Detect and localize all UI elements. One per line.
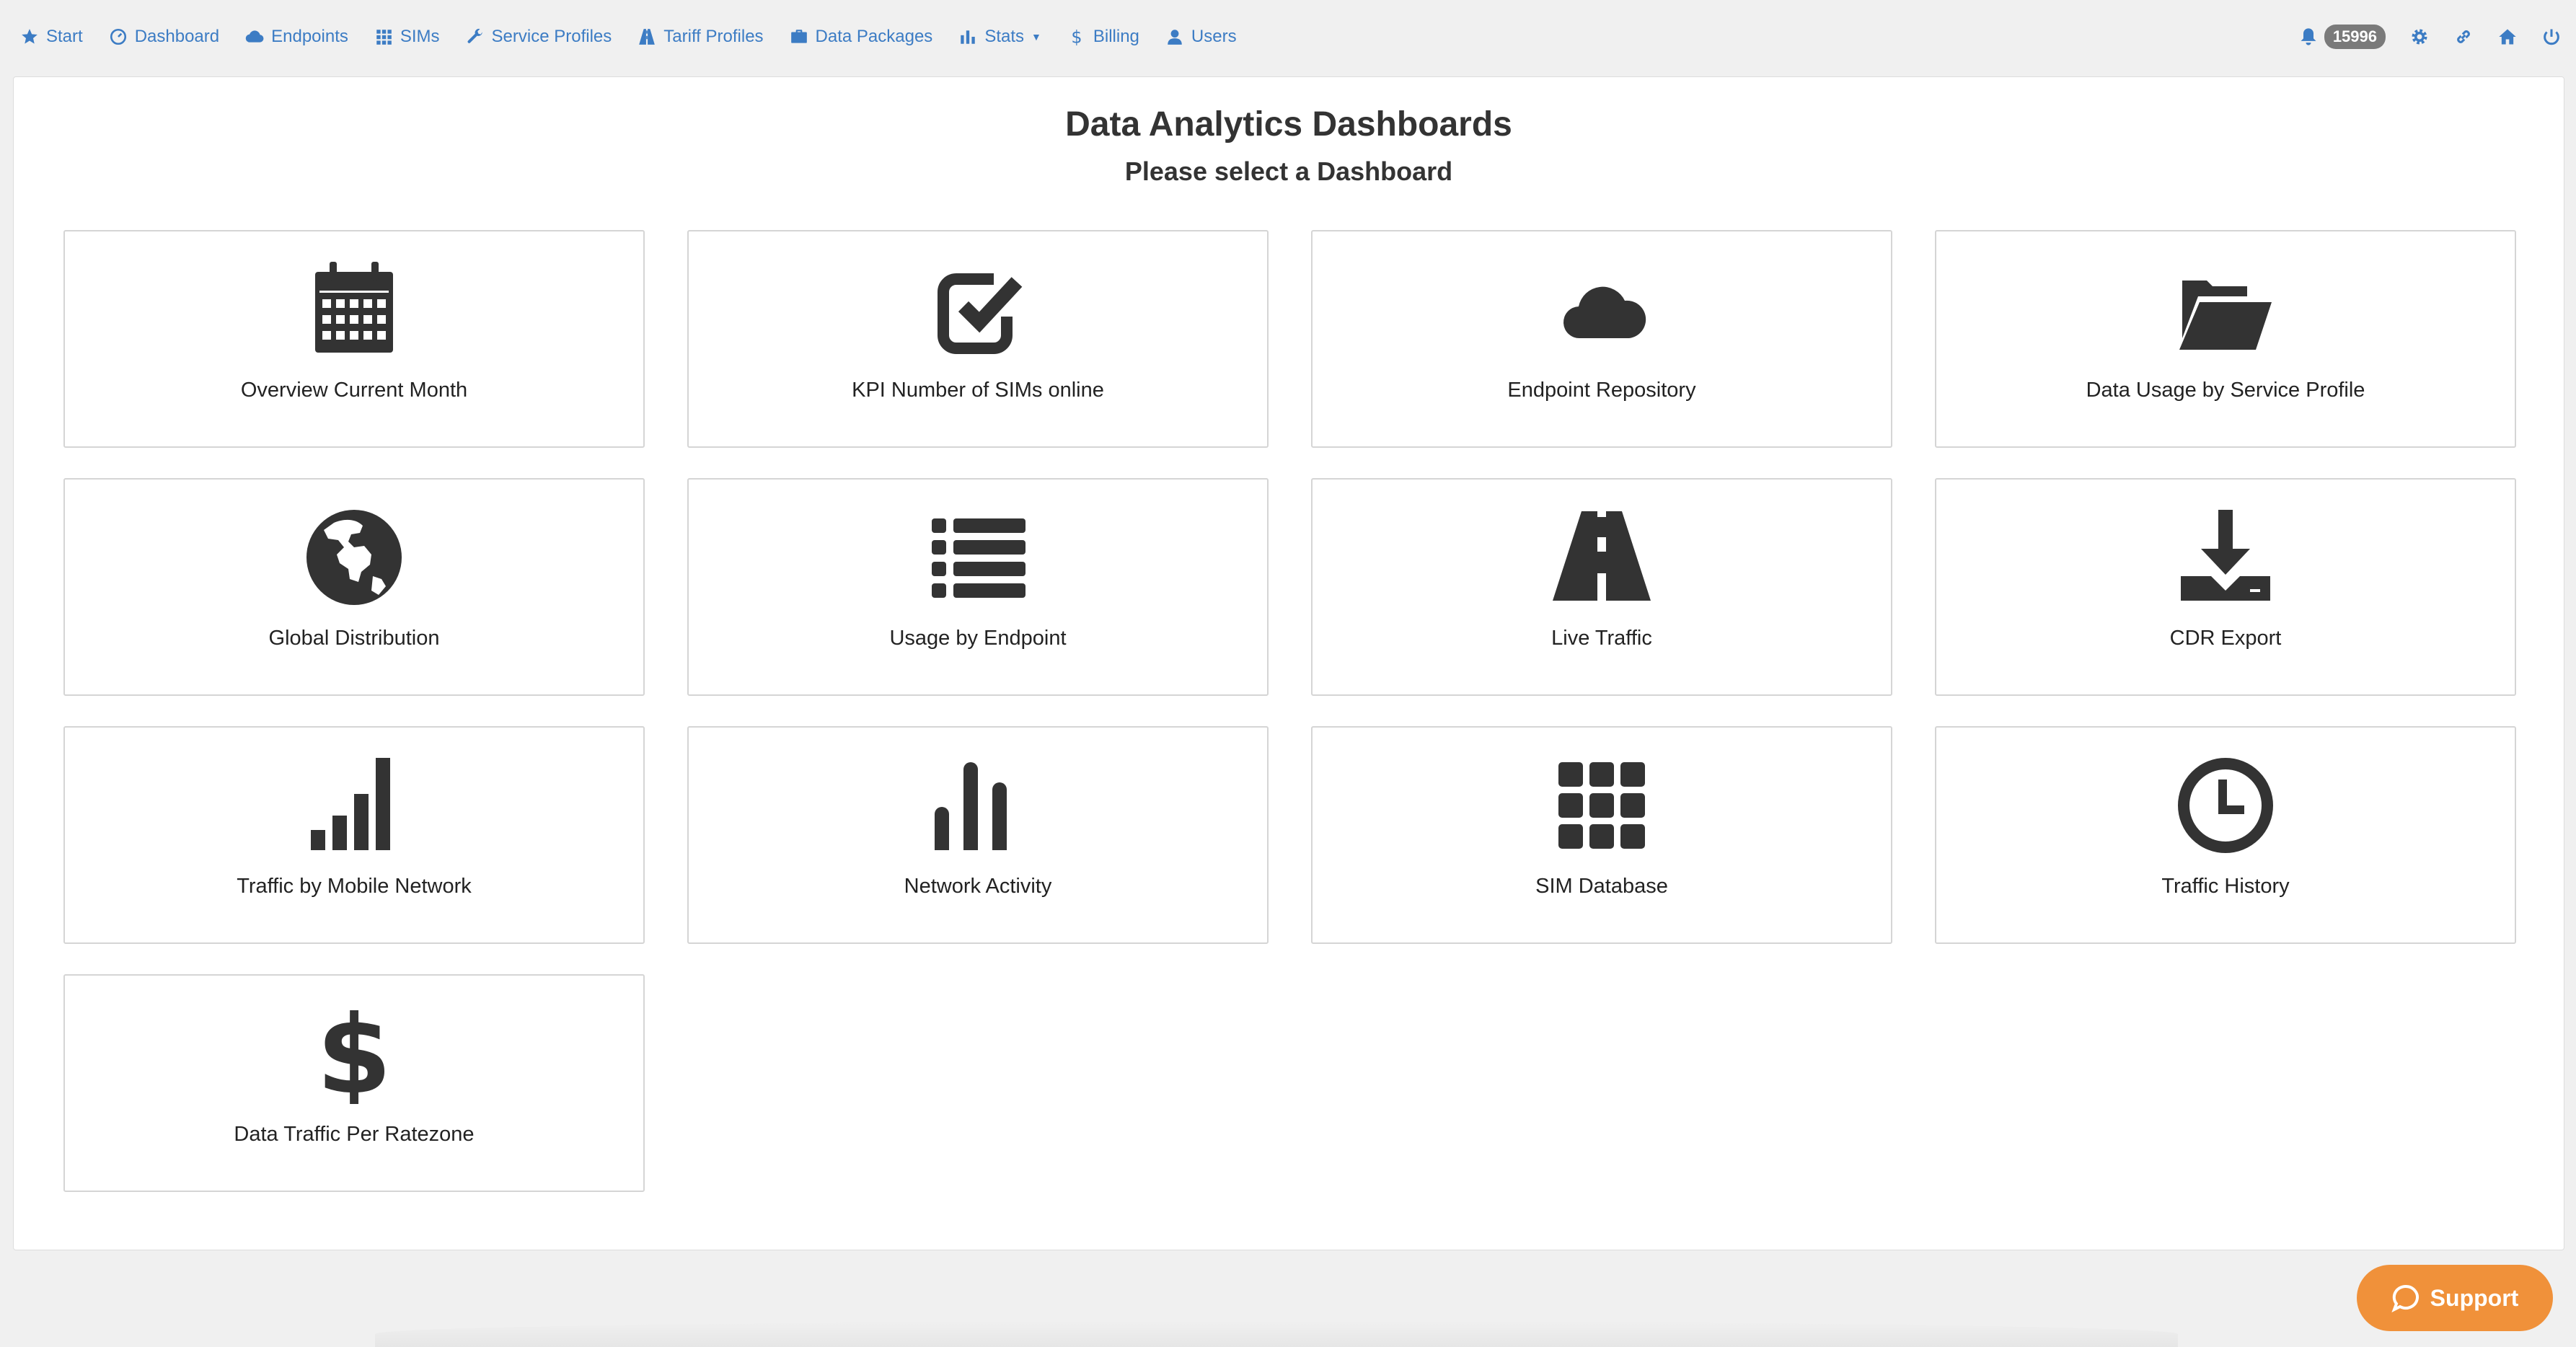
card-label: Network Activity bbox=[904, 875, 1052, 898]
nav-item-data-packages[interactable]: Data Packages bbox=[790, 27, 933, 47]
card-label: Endpoint Repository bbox=[1507, 379, 1696, 402]
dashboard-card-overview-current-month[interactable]: Overview Current Month bbox=[63, 230, 645, 448]
nav-item-label: Users bbox=[1191, 27, 1237, 46]
nav-item-stats[interactable]: Stats ▼ bbox=[958, 27, 1041, 47]
chevron-down-icon: ▼ bbox=[1031, 31, 1041, 43]
card-label: KPI Number of SIMs online bbox=[852, 379, 1104, 402]
nav-item-label: Stats bbox=[984, 27, 1025, 46]
user-icon bbox=[1165, 27, 1184, 46]
grid-icon bbox=[374, 27, 393, 46]
nav-item-sims[interactable]: SIMs bbox=[374, 27, 440, 47]
nav-item-label: Endpoints bbox=[271, 27, 348, 46]
dashboard-icon bbox=[109, 27, 128, 46]
card-label: Live Traffic bbox=[1551, 627, 1652, 650]
dashboard-grid: Overview Current Month KPI Number of SIM… bbox=[63, 230, 2516, 1192]
road-icon bbox=[638, 27, 656, 46]
gear-icon[interactable] bbox=[2409, 27, 2430, 47]
nav-item-start[interactable]: Start bbox=[20, 27, 83, 47]
dashboard-card-network-activity[interactable]: Network Activity bbox=[687, 726, 1269, 944]
bell-icon[interactable] bbox=[2298, 27, 2319, 47]
dashboard-card-sim-database[interactable]: SIM Database bbox=[1311, 726, 1892, 944]
chat-bubble-icon bbox=[2391, 1284, 2420, 1312]
dashboard-card-data-traffic-ratezone[interactable]: $ Data Traffic Per Ratezone bbox=[63, 974, 645, 1192]
dashboard-card-endpoint-repository[interactable]: Endpoint Repository bbox=[1311, 230, 1892, 448]
nav-item-billing[interactable]: $ Billing bbox=[1067, 27, 1139, 47]
nav-item-label: Service Profiles bbox=[491, 27, 612, 46]
nav-menu: Start Dashboard Endpoints SIMs Service P… bbox=[20, 27, 1263, 47]
nav-item-label: Billing bbox=[1093, 27, 1139, 46]
nav-item-label: Start bbox=[46, 27, 83, 46]
card-label: Traffic by Mobile Network bbox=[237, 875, 472, 898]
bar-chart-icon bbox=[927, 755, 1028, 856]
briefcase-icon bbox=[790, 27, 808, 46]
card-label: Usage by Endpoint bbox=[889, 627, 1067, 650]
dashboard-card-data-usage-service-profile[interactable]: Data Usage by Service Profile bbox=[1935, 230, 2516, 448]
home-icon[interactable] bbox=[2497, 27, 2518, 47]
card-label: Overview Current Month bbox=[240, 379, 468, 402]
page-subtitle: Please select a Dashboard bbox=[1124, 156, 1453, 186]
top-navbar: Start Dashboard Endpoints SIMs Service P… bbox=[0, 0, 2576, 74]
card-label: Data Traffic Per Ratezone bbox=[234, 1123, 475, 1146]
link-icon[interactable] bbox=[2453, 27, 2474, 47]
road-icon bbox=[1551, 507, 1652, 608]
dollar-icon: $ bbox=[1067, 27, 1086, 46]
nav-item-label: SIMs bbox=[400, 27, 440, 46]
dashboard-card-cdr-export[interactable]: CDR Export bbox=[1935, 478, 2516, 696]
support-label: Support bbox=[2430, 1284, 2519, 1311]
dashboard-card-traffic-mobile-network[interactable]: Traffic by Mobile Network bbox=[63, 726, 645, 944]
dashboard-panel: Data Analytics Dashboards Please select … bbox=[13, 76, 2564, 1250]
dashboard-card-traffic-history[interactable]: Traffic History bbox=[1935, 726, 2516, 944]
cloud-icon bbox=[245, 27, 264, 46]
dashboard-card-usage-by-endpoint[interactable]: Usage by Endpoint bbox=[687, 478, 1269, 696]
page-title: Data Analytics Dashboards bbox=[1065, 105, 1512, 143]
svg-text:$: $ bbox=[317, 1003, 392, 1104]
nav-item-endpoints[interactable]: Endpoints bbox=[245, 27, 348, 47]
folder-open-icon bbox=[2175, 259, 2276, 360]
clock-icon bbox=[2175, 755, 2276, 856]
nav-item-tariff-profiles[interactable]: Tariff Profiles bbox=[638, 27, 764, 47]
list-icon bbox=[927, 507, 1028, 608]
card-label: Global Distribution bbox=[268, 627, 440, 650]
svg-text:$: $ bbox=[1071, 27, 1082, 46]
notification-badge[interactable]: 15996 bbox=[2324, 25, 2386, 49]
check-square-icon bbox=[927, 259, 1028, 360]
nav-item-dashboard[interactable]: Dashboard bbox=[109, 27, 219, 47]
dashboard-card-kpi-sims-online[interactable]: KPI Number of SIMs online bbox=[687, 230, 1269, 448]
dashboard-card-live-traffic[interactable]: Live Traffic bbox=[1311, 478, 1892, 696]
power-icon[interactable] bbox=[2541, 27, 2562, 47]
calendar-icon bbox=[304, 259, 405, 360]
nav-item-label: Dashboard bbox=[134, 27, 220, 46]
download-icon bbox=[2175, 507, 2276, 608]
nav-item-label: Tariff Profiles bbox=[663, 27, 764, 46]
globe-icon bbox=[304, 507, 405, 608]
card-label: SIM Database bbox=[1535, 875, 1668, 898]
nav-item-users[interactable]: Users bbox=[1165, 27, 1237, 47]
card-label: CDR Export bbox=[2169, 627, 2282, 650]
grid-icon bbox=[1551, 755, 1652, 856]
dashboard-card-global-distribution[interactable]: Global Distribution bbox=[63, 478, 645, 696]
nav-right-group: 15996 bbox=[2298, 0, 2562, 74]
signal-icon bbox=[304, 755, 405, 856]
nav-item-service-profiles[interactable]: Service Profiles bbox=[466, 27, 612, 47]
footer-shadow bbox=[375, 1321, 2178, 1347]
star-icon bbox=[20, 27, 39, 46]
card-label: Data Usage by Service Profile bbox=[2086, 379, 2365, 402]
dollar-icon: $ bbox=[304, 1003, 405, 1104]
nav-item-label: Data Packages bbox=[815, 27, 933, 46]
bar-chart-icon bbox=[958, 27, 977, 46]
cloud-icon bbox=[1551, 259, 1652, 360]
support-button[interactable]: Support bbox=[2357, 1265, 2553, 1331]
wrench-icon bbox=[466, 27, 485, 46]
card-label: Traffic History bbox=[2161, 875, 2290, 898]
